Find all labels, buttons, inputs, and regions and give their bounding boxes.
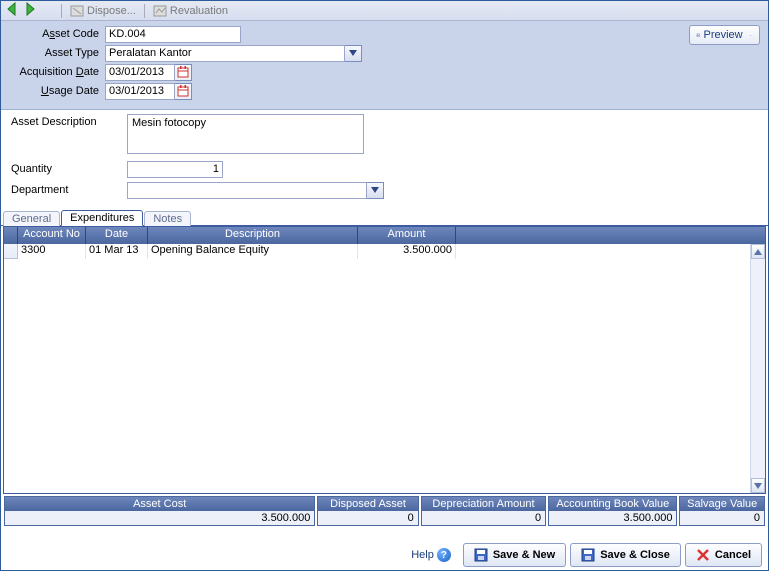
save-new-label: Save & New — [493, 549, 555, 561]
col-date-header[interactable]: Date — [86, 227, 148, 244]
asset-type-input[interactable] — [105, 45, 345, 62]
expenditures-grid: Account No Date Description Amount 3300 … — [3, 226, 766, 494]
depreciation-label: Depreciation Amount — [422, 497, 545, 511]
tab-expenditures[interactable]: Expenditures — [61, 210, 143, 226]
salvage-label: Salvage Value — [680, 497, 764, 511]
help-link[interactable]: Help ? — [411, 548, 451, 562]
acquisition-date-label: Acquisition Date — [7, 66, 105, 78]
asset-cost-label: Asset Cost — [5, 497, 314, 511]
cancel-label: Cancel — [715, 549, 751, 561]
usage-date-label: Usage Date — [7, 85, 105, 97]
nav-prev-icon[interactable] — [5, 1, 21, 20]
asset-code-input[interactable] — [105, 26, 241, 43]
department-label: Department — [7, 184, 127, 196]
floppy-icon — [474, 548, 488, 562]
asset-description-input[interactable] — [127, 114, 364, 154]
book-value-value: 3.500.000 — [549, 511, 676, 525]
body-form: Asset Description Quantity Department — [1, 110, 768, 208]
printer-icon — [696, 33, 701, 38]
cell-account[interactable]: 3300 — [18, 244, 86, 259]
department-input[interactable] — [127, 182, 367, 199]
asset-cost-value: 3.500.000 — [5, 511, 314, 525]
department-dropdown-icon[interactable] — [367, 182, 384, 199]
asset-type-label: Asset Type — [7, 47, 105, 59]
tab-general[interactable]: General — [3, 211, 60, 226]
asset-code-label: Asset Code — [7, 28, 105, 40]
revaluation-button[interactable]: Revaluation — [149, 4, 232, 18]
disposed-asset-value: 0 — [318, 511, 417, 525]
help-label: Help — [411, 549, 434, 561]
cancel-button[interactable]: Cancel — [685, 543, 762, 567]
toolbar: Dispose... Revaluation — [1, 1, 768, 21]
depreciation-value: 0 — [422, 511, 545, 525]
header-form: Preview Asset Code Asset Type Acquisitio… — [1, 21, 768, 110]
col-account-header[interactable]: Account No — [18, 227, 86, 244]
book-value-label: Accounting Book Value — [549, 497, 676, 511]
nav-next-icon[interactable] — [21, 1, 37, 20]
usage-date-picker-icon[interactable] — [175, 83, 192, 100]
salvage-value: 0 — [680, 511, 764, 525]
grid-scrollbar[interactable] — [750, 244, 765, 493]
dispose-label: Dispose... — [87, 5, 136, 17]
col-description-header[interactable]: Description — [148, 227, 358, 244]
cancel-icon — [696, 548, 710, 562]
cell-date[interactable]: 01 Mar 13 — [86, 244, 148, 259]
save-new-button[interactable]: Save & New — [463, 543, 566, 567]
scroll-down-icon[interactable] — [751, 478, 765, 493]
asset-description-label: Asset Description — [7, 114, 127, 128]
quantity-label: Quantity — [7, 163, 127, 175]
revaluation-label: Revaluation — [170, 5, 228, 17]
table-row[interactable]: 3300 01 Mar 13 Opening Balance Equity 3.… — [4, 244, 765, 259]
acquisition-date-picker-icon[interactable] — [175, 64, 192, 81]
preview-label: Preview — [703, 29, 742, 41]
scroll-up-icon[interactable] — [751, 244, 765, 259]
usage-date-input[interactable] — [105, 83, 175, 100]
tab-notes[interactable]: Notes — [144, 211, 191, 226]
help-icon: ? — [437, 548, 451, 562]
quantity-input[interactable] — [127, 161, 223, 178]
disposed-asset-label: Disposed Asset — [318, 497, 417, 511]
tabs: General Expenditures Notes — [1, 208, 768, 226]
dispose-button[interactable]: Dispose... — [66, 4, 140, 18]
floppy-icon — [581, 548, 595, 562]
grid-corner — [4, 227, 18, 244]
footer: Help ? Save & New Save & Close Cancel — [411, 543, 762, 567]
preview-button[interactable]: Preview — [689, 25, 760, 45]
cell-description[interactable]: Opening Balance Equity — [148, 244, 358, 259]
totals-bar: Asset Cost 3.500.000 Disposed Asset 0 De… — [4, 496, 765, 526]
asset-type-dropdown-icon[interactable] — [345, 45, 362, 62]
save-close-button[interactable]: Save & Close — [570, 543, 681, 567]
save-close-label: Save & Close — [600, 549, 670, 561]
row-header[interactable] — [4, 244, 18, 259]
col-amount-header[interactable]: Amount — [358, 227, 456, 244]
acquisition-date-input[interactable] — [105, 64, 175, 81]
cell-amount[interactable]: 3.500.000 — [358, 244, 456, 259]
